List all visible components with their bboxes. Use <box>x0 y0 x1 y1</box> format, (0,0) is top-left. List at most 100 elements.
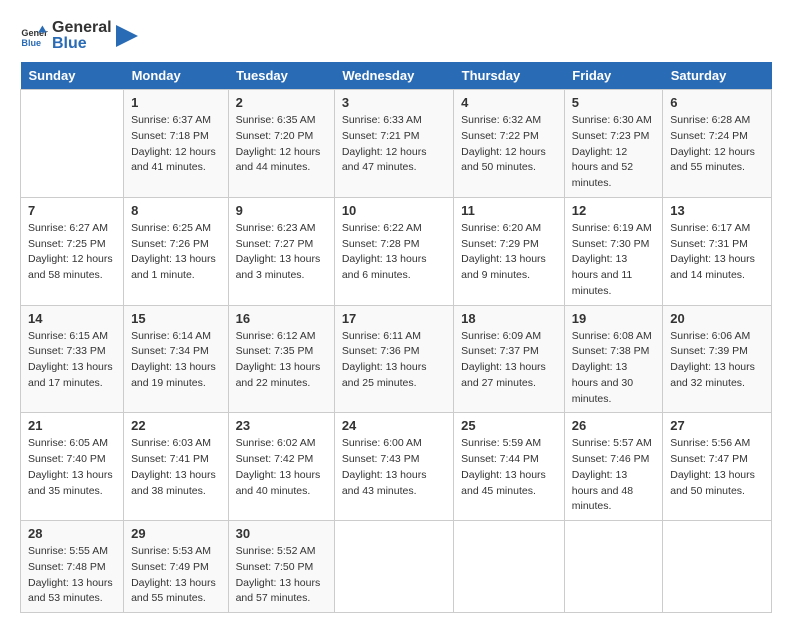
day-number: 11 <box>461 203 557 218</box>
logo-blue-text: Blue <box>52 36 112 52</box>
calendar-cell <box>663 521 772 613</box>
calendar-cell <box>334 521 453 613</box>
day-number: 22 <box>131 418 221 433</box>
calendar-cell <box>21 90 124 198</box>
day-detail: Sunrise: 6:08 AMSunset: 7:38 PMDaylight:… <box>572 329 655 408</box>
calendar-cell: 30 Sunrise: 5:52 AMSunset: 7:50 PMDaylig… <box>228 521 334 613</box>
day-number: 19 <box>572 311 655 326</box>
calendar-cell: 2 Sunrise: 6:35 AMSunset: 7:20 PMDayligh… <box>228 90 334 198</box>
day-number: 9 <box>236 203 327 218</box>
calendar-cell: 16 Sunrise: 6:12 AMSunset: 7:35 PMDaylig… <box>228 305 334 413</box>
day-number: 26 <box>572 418 655 433</box>
svg-text:Blue: Blue <box>21 38 41 48</box>
day-number: 1 <box>131 95 221 110</box>
day-detail: Sunrise: 6:11 AMSunset: 7:36 PMDaylight:… <box>342 329 446 392</box>
day-number: 4 <box>461 95 557 110</box>
day-detail: Sunrise: 5:57 AMSunset: 7:46 PMDaylight:… <box>572 436 655 515</box>
calendar-cell <box>564 521 662 613</box>
day-detail: Sunrise: 6:05 AMSunset: 7:40 PMDaylight:… <box>28 436 116 499</box>
day-detail: Sunrise: 6:33 AMSunset: 7:21 PMDaylight:… <box>342 113 446 176</box>
calendar-cell: 29 Sunrise: 5:53 AMSunset: 7:49 PMDaylig… <box>124 521 229 613</box>
calendar-cell: 17 Sunrise: 6:11 AMSunset: 7:36 PMDaylig… <box>334 305 453 413</box>
calendar-cell: 27 Sunrise: 5:56 AMSunset: 7:47 PMDaylig… <box>663 413 772 521</box>
calendar-cell: 1 Sunrise: 6:37 AMSunset: 7:18 PMDayligh… <box>124 90 229 198</box>
logo-general-text: General <box>52 20 112 36</box>
day-number: 30 <box>236 526 327 541</box>
day-detail: Sunrise: 6:19 AMSunset: 7:30 PMDaylight:… <box>572 221 655 300</box>
calendar-cell: 10 Sunrise: 6:22 AMSunset: 7:28 PMDaylig… <box>334 197 453 305</box>
calendar-cell: 28 Sunrise: 5:55 AMSunset: 7:48 PMDaylig… <box>21 521 124 613</box>
day-number: 29 <box>131 526 221 541</box>
calendar-cell: 22 Sunrise: 6:03 AMSunset: 7:41 PMDaylig… <box>124 413 229 521</box>
day-number: 2 <box>236 95 327 110</box>
day-detail: Sunrise: 6:37 AMSunset: 7:18 PMDaylight:… <box>131 113 221 176</box>
day-number: 21 <box>28 418 116 433</box>
calendar-cell: 3 Sunrise: 6:33 AMSunset: 7:21 PMDayligh… <box>334 90 453 198</box>
day-detail: Sunrise: 6:15 AMSunset: 7:33 PMDaylight:… <box>28 329 116 392</box>
calendar-cell: 11 Sunrise: 6:20 AMSunset: 7:29 PMDaylig… <box>454 197 565 305</box>
day-detail: Sunrise: 6:25 AMSunset: 7:26 PMDaylight:… <box>131 221 221 284</box>
day-detail: Sunrise: 6:30 AMSunset: 7:23 PMDaylight:… <box>572 113 655 192</box>
day-number: 24 <box>342 418 446 433</box>
day-detail: Sunrise: 5:59 AMSunset: 7:44 PMDaylight:… <box>461 436 557 499</box>
calendar-cell: 13 Sunrise: 6:17 AMSunset: 7:31 PMDaylig… <box>663 197 772 305</box>
calendar-cell: 7 Sunrise: 6:27 AMSunset: 7:25 PMDayligh… <box>21 197 124 305</box>
day-detail: Sunrise: 5:53 AMSunset: 7:49 PMDaylight:… <box>131 544 221 607</box>
calendar-week-2: 7 Sunrise: 6:27 AMSunset: 7:25 PMDayligh… <box>21 197 772 305</box>
calendar-cell: 15 Sunrise: 6:14 AMSunset: 7:34 PMDaylig… <box>124 305 229 413</box>
column-header-saturday: Saturday <box>663 62 772 90</box>
calendar-cell: 8 Sunrise: 6:25 AMSunset: 7:26 PMDayligh… <box>124 197 229 305</box>
calendar-week-3: 14 Sunrise: 6:15 AMSunset: 7:33 PMDaylig… <box>21 305 772 413</box>
day-number: 3 <box>342 95 446 110</box>
day-detail: Sunrise: 6:14 AMSunset: 7:34 PMDaylight:… <box>131 329 221 392</box>
day-detail: Sunrise: 5:56 AMSunset: 7:47 PMDaylight:… <box>670 436 764 499</box>
day-detail: Sunrise: 6:06 AMSunset: 7:39 PMDaylight:… <box>670 329 764 392</box>
day-detail: Sunrise: 6:32 AMSunset: 7:22 PMDaylight:… <box>461 113 557 176</box>
calendar-cell: 4 Sunrise: 6:32 AMSunset: 7:22 PMDayligh… <box>454 90 565 198</box>
day-number: 16 <box>236 311 327 326</box>
calendar-cell: 19 Sunrise: 6:08 AMSunset: 7:38 PMDaylig… <box>564 305 662 413</box>
day-number: 14 <box>28 311 116 326</box>
day-detail: Sunrise: 6:02 AMSunset: 7:42 PMDaylight:… <box>236 436 327 499</box>
day-number: 7 <box>28 203 116 218</box>
calendar-cell: 9 Sunrise: 6:23 AMSunset: 7:27 PMDayligh… <box>228 197 334 305</box>
day-detail: Sunrise: 6:03 AMSunset: 7:41 PMDaylight:… <box>131 436 221 499</box>
day-detail: Sunrise: 6:23 AMSunset: 7:27 PMDaylight:… <box>236 221 327 284</box>
logo-icon: General Blue <box>20 22 48 50</box>
day-detail: Sunrise: 6:12 AMSunset: 7:35 PMDaylight:… <box>236 329 327 392</box>
page-header: General Blue General Blue <box>20 20 772 52</box>
day-number: 6 <box>670 95 764 110</box>
day-detail: Sunrise: 6:00 AMSunset: 7:43 PMDaylight:… <box>342 436 446 499</box>
calendar-cell: 21 Sunrise: 6:05 AMSunset: 7:40 PMDaylig… <box>21 413 124 521</box>
column-header-wednesday: Wednesday <box>334 62 453 90</box>
day-detail: Sunrise: 6:17 AMSunset: 7:31 PMDaylight:… <box>670 221 764 284</box>
calendar-cell: 26 Sunrise: 5:57 AMSunset: 7:46 PMDaylig… <box>564 413 662 521</box>
calendar-cell: 23 Sunrise: 6:02 AMSunset: 7:42 PMDaylig… <box>228 413 334 521</box>
day-detail: Sunrise: 6:20 AMSunset: 7:29 PMDaylight:… <box>461 221 557 284</box>
calendar-cell <box>454 521 565 613</box>
calendar-cell: 5 Sunrise: 6:30 AMSunset: 7:23 PMDayligh… <box>564 90 662 198</box>
day-detail: Sunrise: 5:52 AMSunset: 7:50 PMDaylight:… <box>236 544 327 607</box>
logo-arrow-icon <box>116 25 138 47</box>
day-detail: Sunrise: 6:09 AMSunset: 7:37 PMDaylight:… <box>461 329 557 392</box>
day-number: 18 <box>461 311 557 326</box>
day-number: 8 <box>131 203 221 218</box>
calendar-cell: 24 Sunrise: 6:00 AMSunset: 7:43 PMDaylig… <box>334 413 453 521</box>
day-number: 20 <box>670 311 764 326</box>
calendar-week-5: 28 Sunrise: 5:55 AMSunset: 7:48 PMDaylig… <box>21 521 772 613</box>
day-number: 5 <box>572 95 655 110</box>
day-number: 27 <box>670 418 764 433</box>
column-header-monday: Monday <box>124 62 229 90</box>
column-header-tuesday: Tuesday <box>228 62 334 90</box>
day-number: 23 <box>236 418 327 433</box>
column-header-friday: Friday <box>564 62 662 90</box>
column-header-sunday: Sunday <box>21 62 124 90</box>
day-number: 15 <box>131 311 221 326</box>
day-number: 12 <box>572 203 655 218</box>
calendar-cell: 25 Sunrise: 5:59 AMSunset: 7:44 PMDaylig… <box>454 413 565 521</box>
calendar-week-1: 1 Sunrise: 6:37 AMSunset: 7:18 PMDayligh… <box>21 90 772 198</box>
calendar-header-row: SundayMondayTuesdayWednesdayThursdayFrid… <box>21 62 772 90</box>
calendar-cell: 6 Sunrise: 6:28 AMSunset: 7:24 PMDayligh… <box>663 90 772 198</box>
day-number: 10 <box>342 203 446 218</box>
day-number: 13 <box>670 203 764 218</box>
